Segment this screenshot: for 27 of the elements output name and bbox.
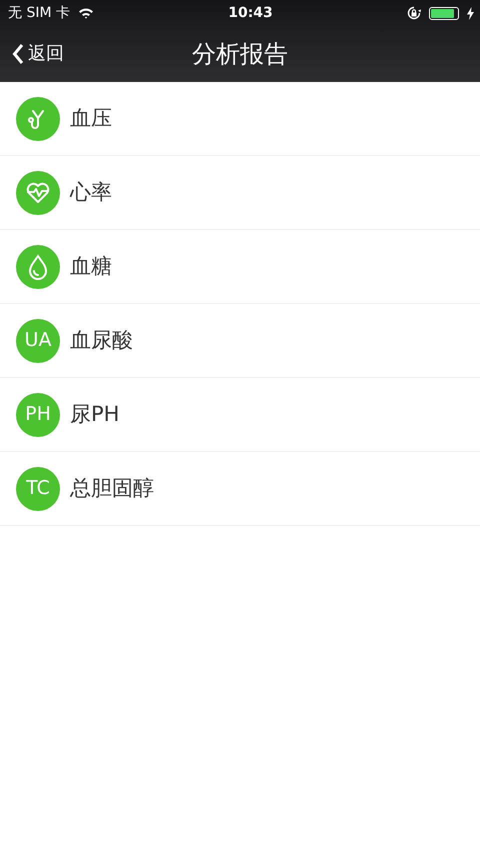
item-label: 心率 [70, 178, 112, 206]
drop-icon [16, 244, 60, 288]
rotation-lock-icon [407, 6, 422, 20]
chevron-left-icon [12, 42, 24, 64]
list-item[interactable]: TC 总胆固醇 [0, 452, 480, 526]
list-item[interactable]: UA 血尿酸 [0, 304, 480, 378]
charging-icon [467, 6, 474, 20]
battery-icon [429, 6, 460, 20]
carrier-label: 无 SIM 卡 [8, 4, 70, 22]
abbreviation-badge: TC [16, 466, 60, 510]
page-title: 分析报告 [192, 39, 288, 70]
abbreviation-badge: UA [16, 318, 60, 362]
abbreviation-badge: PH [16, 392, 60, 436]
item-label: 血尿酸 [70, 326, 133, 354]
list-item[interactable]: 血压 [0, 82, 480, 156]
item-label: 血压 [70, 104, 112, 132]
wifi-icon [78, 7, 94, 19]
heart-pulse-icon [16, 170, 60, 214]
item-label: 尿PH [70, 400, 120, 428]
item-label: 总胆固醇 [70, 474, 154, 502]
list-item[interactable]: 心率 [0, 156, 480, 230]
back-button[interactable]: 返回 [10, 38, 66, 69]
item-label: 血糖 [70, 252, 112, 280]
stethoscope-icon [16, 96, 60, 140]
list-item[interactable]: PH 尿PH [0, 378, 480, 452]
clock-time: 10:43 [228, 4, 273, 22]
list-item[interactable]: 血糖 [0, 230, 480, 304]
